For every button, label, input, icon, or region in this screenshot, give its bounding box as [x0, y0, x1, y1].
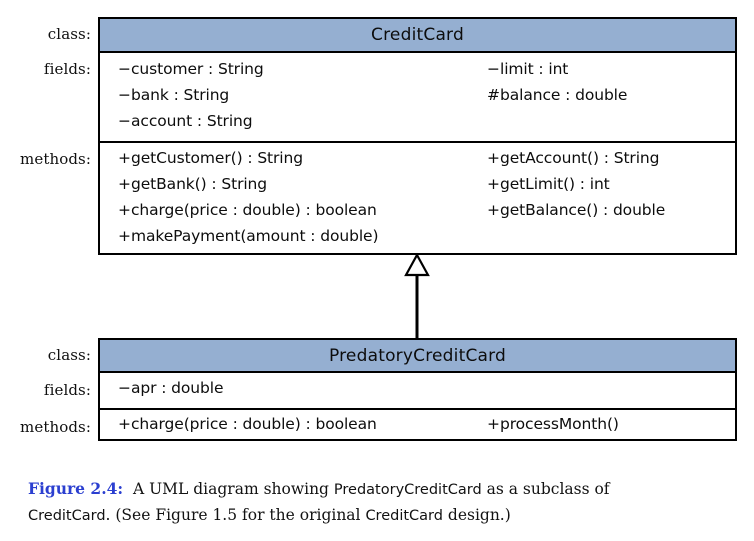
methods-grid-creditcard: +getCustomer() : String +getBank() : Str… [100, 143, 735, 253]
methods-compartment-predatorycreditcard: +charge(price : double) : boolean +proce… [100, 410, 735, 443]
field-row: −account : String [118, 112, 253, 130]
visibility-marker: + [118, 227, 131, 245]
field-row: −bank : String [118, 86, 229, 104]
caption-line-2: CreditCard. (See Figure 1.5 for the orig… [28, 503, 728, 529]
methods-grid-predatorycreditcard: +charge(price : double) : boolean +proce… [100, 410, 735, 443]
caption-text-d: design.) [442, 506, 511, 524]
method-signature: getCustomer() : String [131, 149, 303, 167]
method-signature: makePayment(amount : double) [131, 227, 379, 245]
method-row: +getAccount() : String [487, 149, 659, 167]
caption-code-creditcard-1: CreditCard [28, 508, 106, 524]
method-row: +charge(price : double) : boolean [118, 415, 377, 433]
fields-compartment-creditcard: −customer : String −bank : String −accou… [100, 53, 735, 143]
method-signature: charge(price : double) : boolean [131, 415, 377, 433]
method-row: +processMonth() [487, 415, 619, 433]
gutter-label-methods-superclass: methods: [20, 150, 91, 168]
fields-grid-creditcard: −customer : String −bank : String −accou… [100, 53, 735, 141]
visibility-marker: − [118, 112, 131, 130]
field-signature: customer : String [131, 60, 264, 78]
visibility-marker: # [487, 86, 500, 104]
method-signature: charge(price : double) : boolean [131, 201, 377, 219]
caption-code-creditcard-2: CreditCard [365, 508, 443, 524]
fields-grid-predatorycreditcard: −apr : double [100, 373, 735, 408]
field-signature: apr : double [131, 379, 224, 397]
uml-diagram: class: fields: methods: CreditCard −cust… [0, 0, 754, 470]
method-row: +getCustomer() : String [118, 149, 303, 167]
caption-code-predatorycreditcard: PredatoryCreditCard [333, 482, 482, 498]
method-row: +getBalance() : double [487, 201, 665, 219]
method-row: +getBank() : String [118, 175, 267, 193]
methods-compartment-creditcard: +getCustomer() : String +getBank() : Str… [100, 143, 735, 253]
method-signature: getAccount() : String [500, 149, 660, 167]
figure-caption: Figure 2.4: A UML diagram showing Predat… [28, 476, 728, 529]
visibility-marker: + [118, 415, 131, 433]
visibility-marker: + [487, 149, 500, 167]
visibility-marker: + [118, 175, 131, 193]
field-signature: bank : String [131, 86, 230, 104]
field-row: −apr : double [118, 379, 224, 397]
class-name-creditcard: CreditCard [100, 19, 735, 53]
class-name-predatorycreditcard: PredatoryCreditCard [100, 340, 735, 373]
class-box-predatorycreditcard[interactable]: PredatoryCreditCard −apr : double +charg… [98, 338, 737, 441]
field-row: #balance : double [487, 86, 627, 104]
method-signature: getBank() : String [131, 175, 268, 193]
gutter-label-methods-subclass: methods: [20, 418, 91, 436]
field-signature: balance : double [500, 86, 628, 104]
visibility-marker: + [118, 149, 131, 167]
visibility-marker: + [487, 415, 500, 433]
visibility-marker: + [487, 175, 500, 193]
figure-number: Figure 2.4: [28, 479, 124, 498]
method-row: +makePayment(amount : double) [118, 227, 379, 245]
visibility-marker: + [487, 201, 500, 219]
method-signature: getLimit() : int [500, 175, 610, 193]
fields-compartment-predatorycreditcard: −apr : double [100, 373, 735, 410]
method-signature: getBalance() : double [500, 201, 666, 219]
gutter-label-class-superclass: class: [47, 25, 91, 43]
visibility-marker: − [118, 86, 131, 104]
gutter-label-fields-subclass: fields: [43, 381, 91, 399]
field-signature: limit : int [500, 60, 569, 78]
method-row: +getLimit() : int [487, 175, 610, 193]
field-signature: account : String [131, 112, 253, 130]
field-row: −limit : int [487, 60, 568, 78]
method-row: +charge(price : double) : boolean [118, 201, 377, 219]
caption-text-c: . (See Figure 1.5 for the original [105, 506, 366, 524]
visibility-marker: − [118, 379, 131, 397]
class-box-creditcard[interactable]: CreditCard −customer : String −bank : St… [98, 17, 737, 255]
method-signature: processMonth() [500, 415, 619, 433]
gutter-label-fields-superclass: fields: [43, 60, 91, 78]
visibility-marker: − [487, 60, 500, 78]
visibility-marker: − [118, 60, 131, 78]
gutter-label-class-subclass: class: [47, 346, 91, 364]
visibility-marker: + [118, 201, 131, 219]
caption-text-a: A UML diagram showing [132, 480, 334, 498]
hollow-triangle-arrowhead [404, 252, 430, 277]
field-row: −customer : String [118, 60, 264, 78]
caption-text-b: as a subclass of [481, 480, 610, 498]
